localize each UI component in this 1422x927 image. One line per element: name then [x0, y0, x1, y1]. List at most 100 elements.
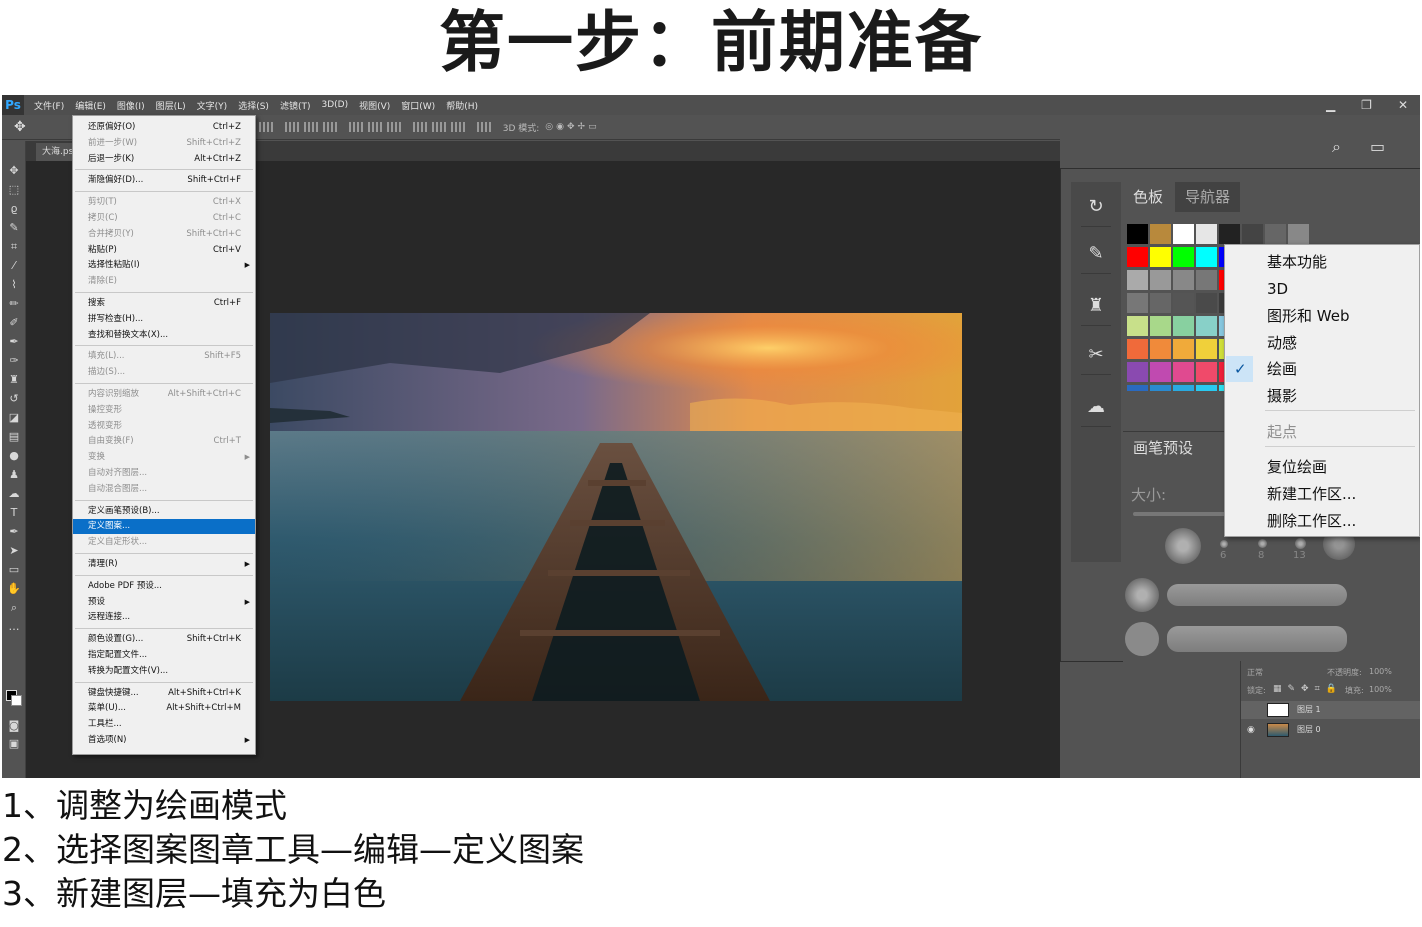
- dodge-icon[interactable]: ♟: [6, 468, 22, 482]
- color-swatch[interactable]: [1127, 362, 1148, 382]
- color-swatch[interactable]: [1127, 339, 1148, 359]
- edit-menu-item[interactable]: 还原偏好(O) Ctrl+Z: [73, 120, 255, 135]
- color-replace-icon[interactable]: ✒: [6, 335, 22, 349]
- pencil-icon[interactable]: ✐: [6, 316, 22, 330]
- brush-tip[interactable]: [1165, 528, 1201, 564]
- color-swatch[interactable]: [1196, 316, 1217, 336]
- menu-3d[interactable]: 3D(D): [321, 100, 348, 110]
- workspace-menu-item[interactable]: 绘画: [1225, 356, 1419, 382]
- quick-mask-icon[interactable]: ◙: [6, 719, 22, 733]
- brush-icon[interactable]: ✏: [6, 297, 22, 311]
- edit-menu-item[interactable]: 转换为配置文件(V)...: [73, 664, 255, 679]
- color-swatch[interactable]: [1150, 293, 1171, 313]
- align-left-icon[interactable]: [284, 122, 299, 132]
- restore-icon[interactable]: ❐: [1361, 98, 1372, 112]
- edit-menu-item[interactable]: 定义图案...: [73, 519, 255, 535]
- color-swatch[interactable]: [1173, 224, 1194, 244]
- auto-align-icon[interactable]: [476, 122, 491, 132]
- menu-filter[interactable]: 滤镜(T): [280, 99, 311, 112]
- edit-menu-item[interactable]: 拼写检查(H)...: [73, 312, 255, 327]
- pattern-stamp-icon[interactable]: ♜: [6, 373, 22, 387]
- mixer-brush-icon[interactable]: ✑: [6, 354, 22, 368]
- menu-type[interactable]: 文字(Y): [197, 99, 228, 112]
- edit-menu-item[interactable]: 远程连接...: [73, 610, 255, 625]
- edit-menu-item[interactable]: 粘贴(P) Ctrl+V: [73, 243, 255, 258]
- smudge-icon[interactable]: ☁: [6, 487, 22, 501]
- color-swatch[interactable]: [1127, 316, 1148, 336]
- edit-menu-item[interactable]: 菜单(U)... Alt+Shift+Ctrl+M: [73, 701, 255, 716]
- workspace-menu-item[interactable]: 复位绘画: [1225, 454, 1419, 480]
- edit-menu-item[interactable]: 选择性粘贴(I) ▶: [73, 258, 255, 273]
- workspace-menu-item[interactable]: 图形和 Web: [1225, 303, 1419, 329]
- brush-tip[interactable]: [1295, 538, 1306, 549]
- shape-icon[interactable]: ▭: [6, 563, 22, 577]
- menu-view[interactable]: 视图(V): [359, 99, 390, 112]
- color-swatch[interactable]: [1127, 293, 1148, 313]
- distribute-left-icon[interactable]: [412, 122, 427, 132]
- edit-menu-item[interactable]: 清理(R) ▶: [73, 557, 255, 572]
- edit-menu-item[interactable]: Adobe PDF 预设...: [73, 579, 255, 594]
- align-right-icon[interactable]: [322, 122, 337, 132]
- workspace-menu-item[interactable]: 删除工作区...: [1225, 508, 1419, 534]
- color-swatch[interactable]: [1196, 224, 1217, 244]
- edit-menu-item[interactable]: 颜色设置(G)... Shift+Ctrl+K: [73, 632, 255, 647]
- zoom-icon[interactable]: ⌕: [6, 601, 22, 615]
- tab-navigator[interactable]: 导航器: [1175, 182, 1241, 212]
- pen-icon[interactable]: ✒: [6, 525, 22, 539]
- opacity-value[interactable]: 100%: [1369, 667, 1392, 676]
- libraries-icon[interactable]: ☁: [1081, 387, 1111, 427]
- brush-tip[interactable]: [1125, 622, 1159, 656]
- menu-help[interactable]: 帮助(H): [446, 99, 478, 112]
- align-hcenter-icon[interactable]: [303, 122, 318, 132]
- eraser-icon[interactable]: ◪: [6, 411, 22, 425]
- brush-settings-icon[interactable]: ✎: [1081, 234, 1111, 274]
- blend-mode-select[interactable]: 正常: [1247, 667, 1263, 678]
- marquee-icon[interactable]: ⬚: [6, 183, 22, 197]
- color-swatch[interactable]: [1196, 339, 1217, 359]
- distribute-hcenter-icon[interactable]: [431, 122, 446, 132]
- layer-row[interactable]: 图层 1: [1241, 701, 1420, 719]
- workspace-menu-item[interactable]: 基本功能: [1225, 249, 1419, 275]
- color-swatch[interactable]: [1219, 224, 1240, 244]
- edit-menu-item[interactable]: 首选项(N) ▶: [73, 733, 255, 748]
- menu-layer[interactable]: 图层(L): [156, 99, 186, 112]
- clone-source-icon[interactable]: ♜: [1081, 286, 1111, 326]
- color-swatch[interactable]: [1196, 247, 1217, 267]
- edit-menu-item[interactable]: 键盘快捷键... Alt+Shift+Ctrl+K: [73, 686, 255, 701]
- color-swatch[interactable]: [1150, 339, 1171, 359]
- background-color-swatch[interactable]: [11, 695, 22, 706]
- color-swatch[interactable]: [1173, 362, 1194, 382]
- color-swatch[interactable]: [1173, 247, 1194, 267]
- workspace-menu-item[interactable]: 动感: [1225, 330, 1419, 356]
- color-swatch[interactable]: [1196, 385, 1217, 391]
- color-swatch[interactable]: [1196, 362, 1217, 382]
- minimize-icon[interactable]: ▁: [1326, 98, 1335, 112]
- color-swatch[interactable]: [1150, 270, 1171, 290]
- distribute-vcenter-icon[interactable]: [367, 122, 382, 132]
- edit-menu-item[interactable]: 渐隐偏好(D)... Shift+Ctrl+F: [73, 173, 255, 188]
- layer-row[interactable]: ◉ 图层 0: [1241, 721, 1420, 739]
- brush-tip[interactable]: [1258, 539, 1267, 548]
- distribute-right-icon[interactable]: [450, 122, 465, 132]
- menu-image[interactable]: 图像(I): [117, 99, 145, 112]
- history-panel-icon[interactable]: ↻: [1081, 187, 1111, 227]
- edit-menu-item[interactable]: 预设 ▶: [73, 595, 255, 610]
- edit-menu-item[interactable]: 搜索 Ctrl+F: [73, 296, 255, 311]
- menu-select[interactable]: 选择(S): [238, 99, 269, 112]
- gradient-icon[interactable]: ▤: [6, 430, 22, 444]
- color-swatch[interactable]: [1173, 293, 1194, 313]
- edit-menu-item[interactable]: 工具栏...: [73, 717, 255, 732]
- color-swatch[interactable]: [1127, 247, 1148, 267]
- workspace-menu-item[interactable]: 摄影: [1225, 383, 1419, 409]
- eyedropper-icon[interactable]: ⁄: [6, 259, 22, 273]
- move-tool-icon[interactable]: ✥: [14, 119, 26, 135]
- menu-window[interactable]: 窗口(W): [401, 99, 435, 112]
- 3d-mode-icons[interactable]: ◎◉✥✢▭: [545, 122, 599, 132]
- history-brush-icon[interactable]: ↺: [6, 392, 22, 406]
- crop-icon[interactable]: ⌗: [6, 240, 22, 254]
- brush-tip[interactable]: [1125, 578, 1159, 612]
- lock-icons[interactable]: ▦✎✥⌗🔒: [1273, 684, 1343, 694]
- distribute-bottom-icon[interactable]: [386, 122, 401, 132]
- color-swatch[interactable]: [1196, 270, 1217, 290]
- color-swatch[interactable]: [1150, 224, 1171, 244]
